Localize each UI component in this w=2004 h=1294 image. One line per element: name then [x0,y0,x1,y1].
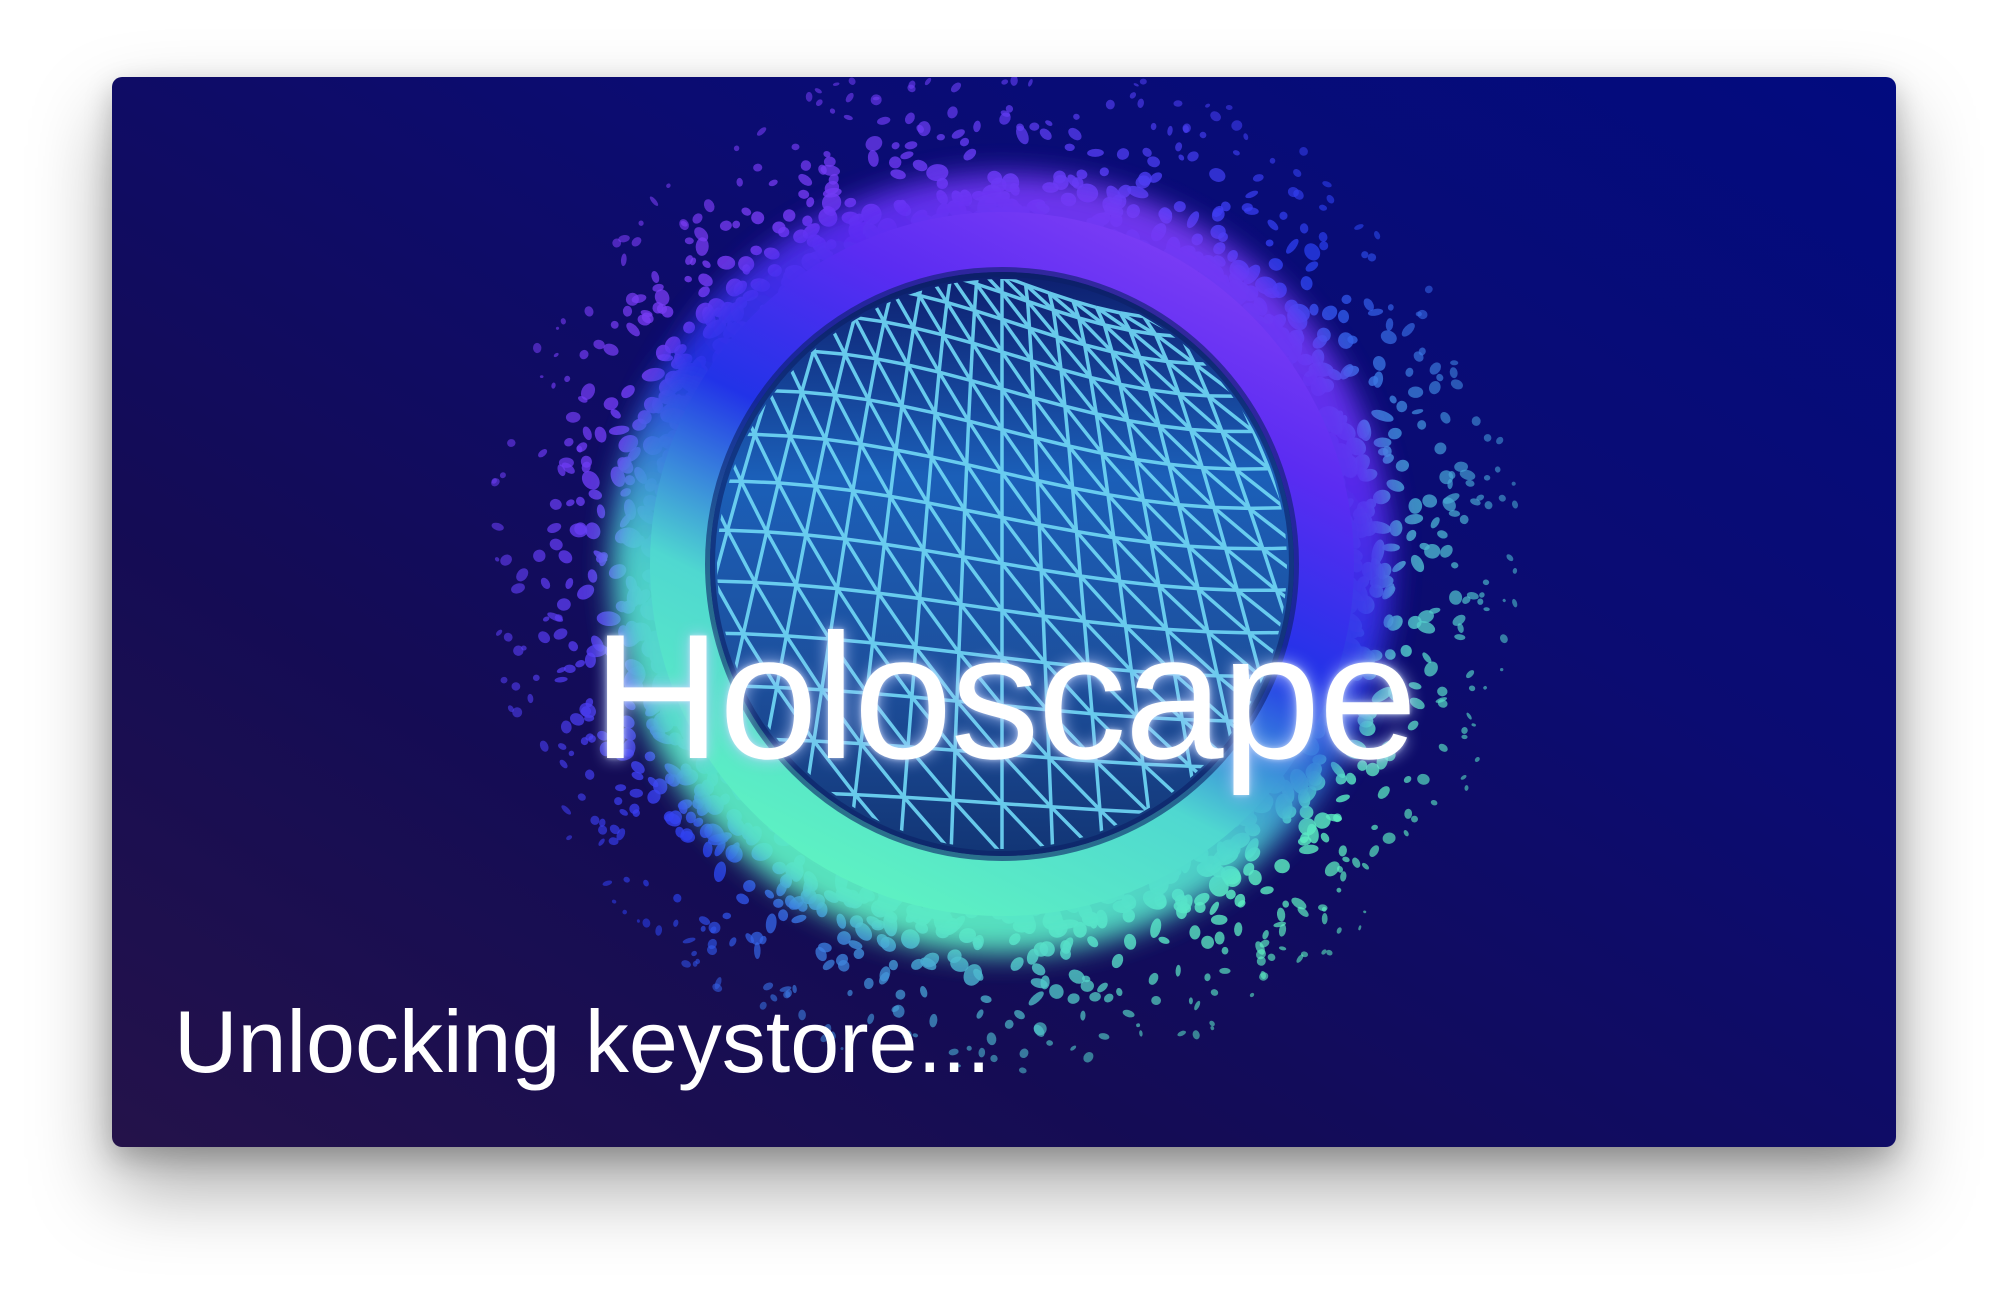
splash-window: Holoscape Unlocking keystore... [112,77,1896,1147]
app-title: Holoscape [592,597,1417,796]
loading-status-text: Unlocking keystore... [174,992,991,1091]
